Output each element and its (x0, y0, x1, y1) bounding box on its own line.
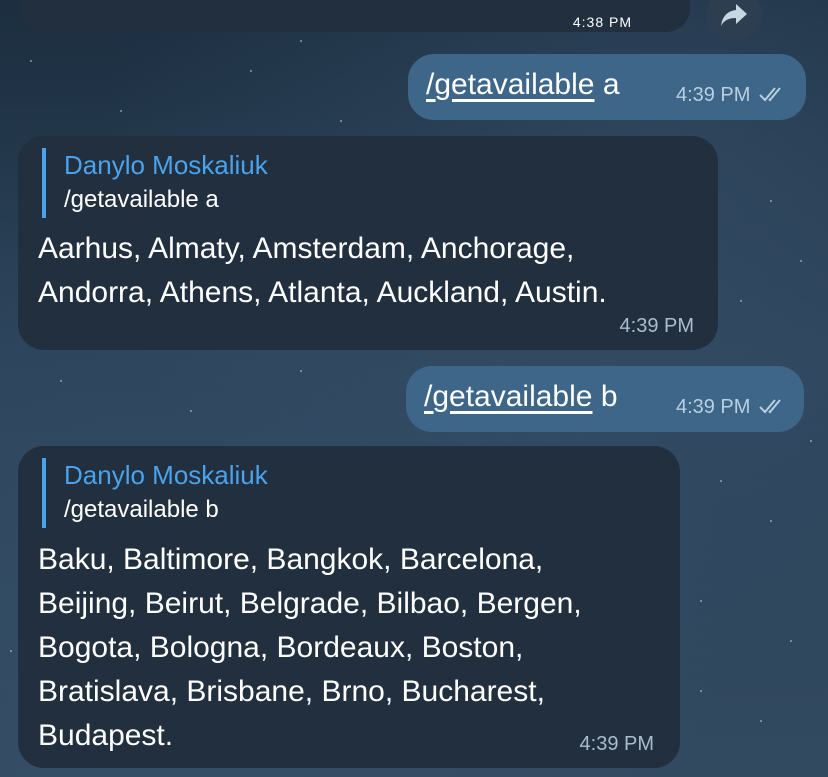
command-arg: a (602, 68, 620, 101)
message-line: Bratislava, Brisbane, Brno, Bucharest, (38, 675, 545, 708)
message-text: /getavailable b (424, 380, 618, 414)
reply-quote[interactable]: Danylo Moskaliuk /getavailable b (42, 458, 268, 528)
message-line: Bogota, Bologna, Bordeaux, Boston, (38, 631, 524, 664)
photo-time: 4:38 PM (572, 14, 632, 30)
message-meta: 4:39 PM (676, 84, 788, 107)
double-check-icon (759, 87, 781, 102)
outgoing-message[interactable]: /getavailable b 4:39 PM (406, 366, 804, 432)
share-button[interactable] (706, 0, 762, 42)
outgoing-message[interactable]: /getavailable a 4:39 PM (408, 54, 806, 120)
double-check-icon (759, 399, 781, 414)
message-body: Baku, Baltimore, Bangkok, Barcelona, Bei… (38, 538, 582, 758)
incoming-message[interactable]: Danylo Moskaliuk /getavailable a Aarhus,… (18, 136, 718, 350)
reply-sender-name: Danylo Moskaliuk (64, 150, 268, 180)
message-line: Aarhus, Almaty, Amsterdam, Anchorage, (38, 232, 575, 265)
message-meta: 4:39 PM (676, 396, 788, 419)
reply-text: /getavailable b (64, 496, 219, 523)
command-link[interactable]: /getavailable (424, 380, 592, 413)
message-time: 4:39 PM (675, 396, 751, 418)
message-line: Budapest. (38, 719, 174, 752)
message-time: 4:39 PM (619, 315, 694, 337)
command-arg: b (600, 380, 618, 413)
reply-sender-name: Danylo Moskaliuk (64, 460, 268, 490)
command-link[interactable]: /getavailable (426, 68, 594, 101)
message-time: 4:39 PM (675, 84, 751, 106)
message-line: Andorra, Athens, Atlanta, Auckland, Aust… (38, 276, 607, 309)
incoming-message[interactable]: Danylo Moskaliuk /getavailable b Baku, B… (18, 446, 680, 768)
message-line: Baku, Baltimore, Bangkok, Barcelona, (38, 543, 544, 576)
share-arrow-icon (721, 4, 747, 26)
reply-text: /getavailable a (64, 186, 219, 213)
reply-quote[interactable]: Danylo Moskaliuk /getavailable a (42, 148, 268, 218)
message-time: 4:39 PM (579, 733, 654, 755)
message-body: Aarhus, Almaty, Amsterdam, Anchorage, An… (38, 227, 607, 315)
photo-message-bubble[interactable]: 4:38 PM (20, 0, 690, 32)
message-line: Beijing, Beirut, Belgrade, Bilbao, Berge… (38, 587, 582, 620)
message-text: /getavailable a (426, 68, 620, 102)
